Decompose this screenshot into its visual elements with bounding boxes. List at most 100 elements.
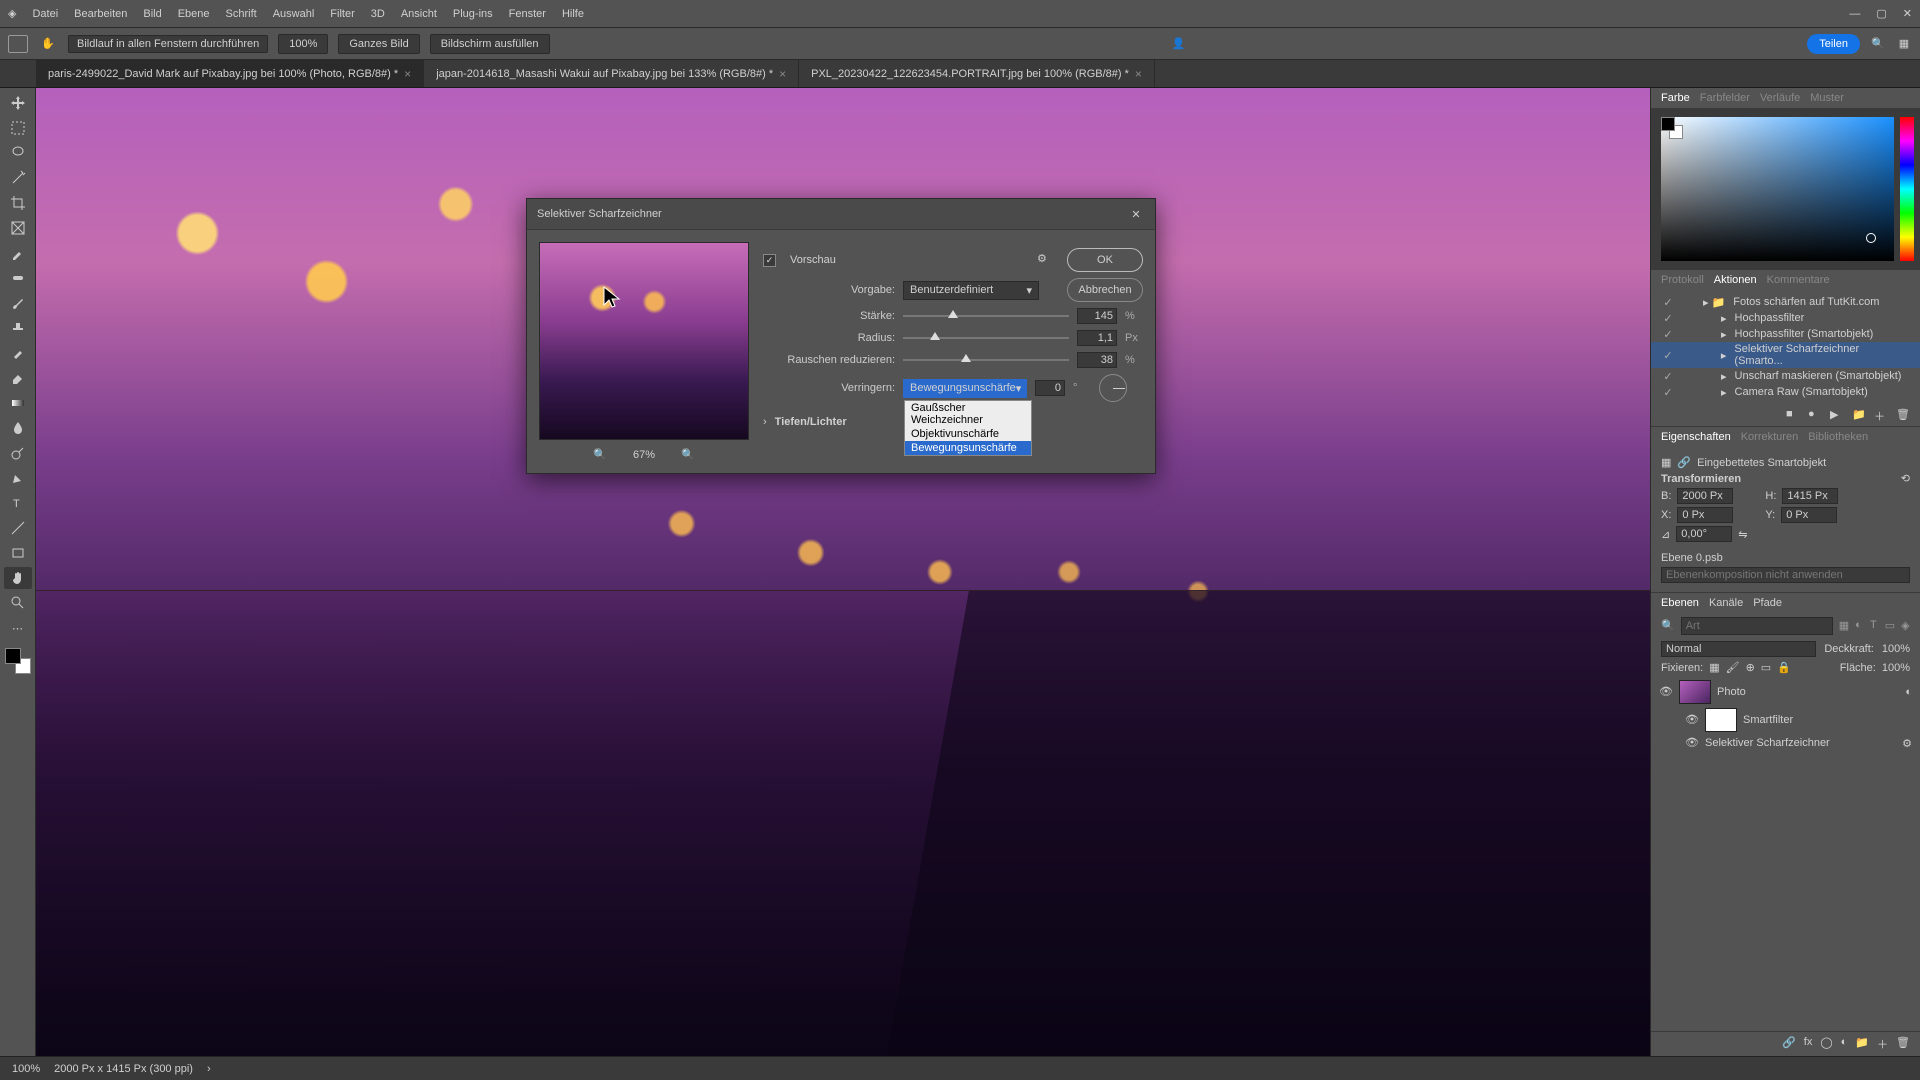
zoom-100-button[interactable]: 100% xyxy=(278,34,328,54)
window-maximize-icon[interactable]: ▢ xyxy=(1876,7,1886,20)
path-tool-icon[interactable] xyxy=(4,517,32,539)
close-tab-icon[interactable]: × xyxy=(404,67,411,81)
cloud-icon[interactable]: 👤 xyxy=(1170,36,1186,52)
doc-tab-2[interactable]: japan-2014618_Masashi Wakui auf Pixabay.… xyxy=(424,60,799,87)
crop-tool-icon[interactable] xyxy=(4,192,32,214)
preset-dropdown[interactable]: Benutzerdefiniert▾ xyxy=(903,281,1039,300)
menu-datei[interactable]: Datei xyxy=(32,8,58,20)
hue-slider[interactable] xyxy=(1900,117,1914,261)
tab-pfade[interactable]: Pfade xyxy=(1753,597,1782,609)
scroll-all-option[interactable]: Bildlauf in allen Fenstern durchführen xyxy=(68,35,268,53)
eraser-tool-icon[interactable] xyxy=(4,367,32,389)
x-input[interactable]: 0 Px xyxy=(1677,507,1733,523)
filter-image-icon[interactable]: ▦ xyxy=(1839,619,1849,633)
link-layers-icon[interactable]: 🔗 xyxy=(1782,1036,1796,1052)
tab-kommentare[interactable]: Kommentare xyxy=(1767,274,1830,286)
workspace-icon[interactable]: ▦ xyxy=(1896,36,1912,52)
group-icon[interactable]: 📁 xyxy=(1855,1036,1869,1052)
ok-button[interactable]: OK xyxy=(1067,248,1143,272)
shadows-lights-label[interactable]: Tiefen/Lichter xyxy=(775,416,847,428)
status-chevron-icon[interactable]: › xyxy=(207,1063,211,1075)
new-layer-icon[interactable]: ＋ xyxy=(1877,1036,1888,1052)
tab-muster[interactable]: Muster xyxy=(1810,92,1844,104)
lock-all-icon[interactable]: 🔒 xyxy=(1777,661,1791,674)
color-picker[interactable] xyxy=(1651,109,1920,269)
canvas[interactable]: Selektiver Scharfzeichner ✕ 🔍 67% 🔍 ✓ Vo… xyxy=(36,88,1650,1056)
filter-smart-icon[interactable]: ◈ xyxy=(1901,619,1910,633)
visibility-icon[interactable]: 👁 xyxy=(1659,685,1673,699)
zoom-out-icon[interactable]: 🔍 xyxy=(593,448,607,461)
flip-h-icon[interactable]: ⇋ xyxy=(1738,528,1747,541)
window-minimize-icon[interactable]: — xyxy=(1849,8,1860,20)
fill-screen-button[interactable]: Bildschirm ausfüllen xyxy=(430,34,550,54)
width-input[interactable]: 2000 Px xyxy=(1677,488,1733,504)
eyedropper-tool-icon[interactable] xyxy=(4,242,32,264)
tab-farbfelder[interactable]: Farbfelder xyxy=(1700,92,1750,104)
history-brush-icon[interactable] xyxy=(4,342,32,364)
dropdown-item-motion[interactable]: Bewegungsunschärfe xyxy=(905,441,1031,455)
gradient-tool-icon[interactable] xyxy=(4,392,32,414)
stamp-tool-icon[interactable] xyxy=(4,317,32,339)
delete-layer-icon[interactable]: 🗑 xyxy=(1896,1036,1910,1052)
expand-shadows-icon[interactable]: › xyxy=(763,416,767,428)
menu-schrift[interactable]: Schrift xyxy=(226,8,257,20)
dialog-close-icon[interactable]: ✕ xyxy=(1127,205,1145,223)
tab-korrekturen[interactable]: Korrekturen xyxy=(1741,431,1798,443)
status-zoom[interactable]: 100% xyxy=(12,1063,40,1075)
marquee-tool-icon[interactable] xyxy=(4,117,32,139)
hand-tool-icon[interactable] xyxy=(4,567,32,589)
filter-adjust-icon[interactable]: ◐ xyxy=(1855,619,1864,633)
action-set[interactable]: ✓▸ 📁Fotos schärfen auf TutKit.com xyxy=(1651,294,1920,310)
color-swatches[interactable] xyxy=(5,648,31,674)
doc-tab-1[interactable]: paris-2499022_David Mark auf Pixabay.jpg… xyxy=(36,60,424,87)
fit-screen-button[interactable]: Ganzes Bild xyxy=(338,34,419,54)
action-item[interactable]: ✓▸Camera Raw (Smartobjekt) xyxy=(1651,384,1920,400)
zoom-in-icon[interactable]: 🔍 xyxy=(681,448,695,461)
tab-bibliotheken[interactable]: Bibliotheken xyxy=(1808,431,1868,443)
search-icon[interactable]: 🔍 xyxy=(1661,619,1675,633)
close-tab-icon[interactable]: × xyxy=(1135,67,1142,81)
visibility-icon[interactable]: 👁 xyxy=(1685,736,1699,750)
adjustment-icon[interactable]: ◐ xyxy=(1841,1036,1848,1052)
remove-dropdown[interactable]: Bewegungsunschärfe▾ Gaußscher Weichzeich… xyxy=(903,379,1027,398)
blend-mode-select[interactable]: Normal xyxy=(1661,641,1816,657)
home-icon[interactable] xyxy=(8,35,28,53)
type-tool-icon[interactable]: T xyxy=(4,492,32,514)
height-input[interactable]: 1415 Px xyxy=(1782,488,1838,504)
hand-tool-icon[interactable]: ✋ xyxy=(38,34,58,54)
settings-gear-icon[interactable]: ⚙ xyxy=(1037,252,1053,268)
blur-tool-icon[interactable] xyxy=(4,417,32,439)
record-icon[interactable]: ● xyxy=(1808,408,1822,422)
trash-icon[interactable]: 🗑 xyxy=(1896,408,1910,422)
angle-input[interactable]: 0 xyxy=(1035,380,1065,396)
lasso-tool-icon[interactable] xyxy=(4,142,32,164)
rect-tool-icon[interactable] xyxy=(4,542,32,564)
filter-thumbnail[interactable] xyxy=(1705,708,1737,732)
menu-bild[interactable]: Bild xyxy=(143,8,161,20)
layer-search-input[interactable] xyxy=(1681,617,1833,635)
menu-fenster[interactable]: Fenster xyxy=(509,8,546,20)
layer-thumbnail[interactable] xyxy=(1679,680,1711,704)
opacity-value[interactable]: 100% xyxy=(1882,643,1910,655)
fill-value[interactable]: 100% xyxy=(1882,662,1910,674)
dropdown-item-gaussian[interactable]: Gaußscher Weichzeichner xyxy=(905,401,1031,427)
fx-icon[interactable]: fx xyxy=(1804,1036,1813,1052)
filter-shape-icon[interactable]: ▭ xyxy=(1885,619,1895,633)
menu-3d[interactable]: 3D xyxy=(371,8,385,20)
action-item[interactable]: ✓▸Hochpassfilter xyxy=(1651,310,1920,326)
visibility-icon[interactable]: 👁 xyxy=(1685,713,1699,727)
tab-protokoll[interactable]: Protokoll xyxy=(1661,274,1704,286)
close-tab-icon[interactable]: × xyxy=(779,67,786,81)
preview-checkbox[interactable]: ✓ xyxy=(763,254,776,267)
layer-row[interactable]: 👁 Photo ◐ xyxy=(1655,678,1916,706)
angle-prop-input[interactable]: 0,00° xyxy=(1676,526,1732,542)
color-swatch-icon[interactable] xyxy=(1661,117,1683,139)
noise-slider[interactable] xyxy=(903,353,1069,367)
filter-opts-icon[interactable]: ⚙ xyxy=(1902,737,1912,750)
menu-auswahl[interactable]: Auswahl xyxy=(273,8,315,20)
layer-row[interactable]: 👁 Selektiver Scharfzeichner ⚙ xyxy=(1655,734,1916,752)
dodge-tool-icon[interactable] xyxy=(4,442,32,464)
radius-slider[interactable] xyxy=(903,331,1069,345)
layer-comp-select[interactable]: Ebenenkomposition nicht anwenden xyxy=(1661,567,1910,583)
window-close-icon[interactable]: ✕ xyxy=(1903,7,1912,20)
